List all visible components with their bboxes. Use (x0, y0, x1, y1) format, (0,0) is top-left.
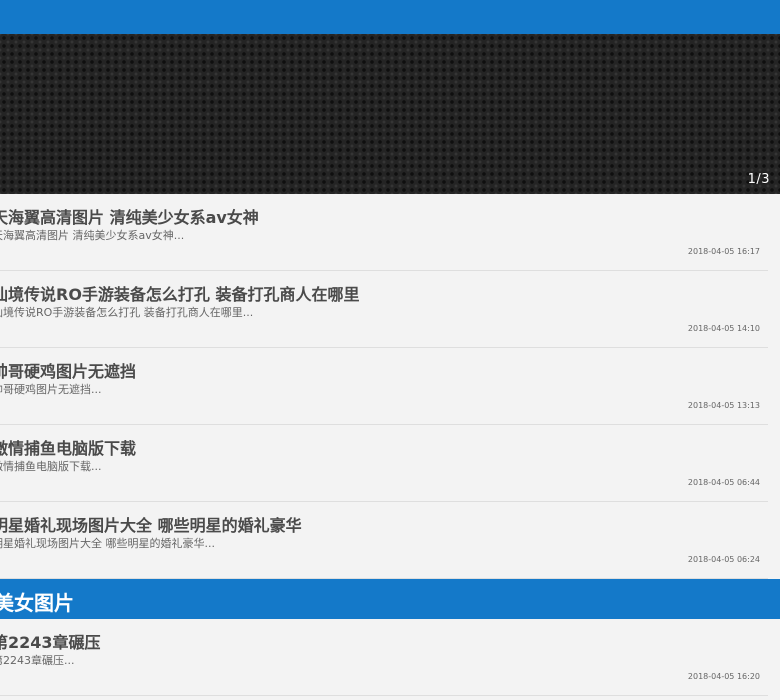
item-description: 帅哥硬鸡图片无遮挡... (0, 383, 102, 396)
item-description: 仙境传说RO手游装备怎么打孔 装备打孔商人在哪里... (0, 306, 254, 319)
item-timestamp: 2018-04-05 13:13 (687, 401, 760, 410)
item-description: 明星婚礼现场图片大全 哪些明星的婚礼豪华... (0, 537, 215, 550)
list-item[interactable]: 帅哥硬鸡图片无遮挡 帅哥硬鸡图片无遮挡... 2018-04-05 13:13 (0, 348, 768, 425)
item-title[interactable]: 仙境传说RO手游装备怎么打孔 装备打孔商人在哪里 (0, 281, 360, 305)
item-description: 第2243章碾压... (0, 654, 75, 667)
news-list: 天海翼高清图片 清纯美少女系av女神 天海翼高清图片 清纯美少女系av女神...… (0, 194, 780, 579)
list-item[interactable]: 激情捕鱼电脑版下载 激情捕鱼电脑版下载... 2018-04-05 06:44 (0, 425, 768, 502)
item-description: 天海翼高清图片 清纯美少女系av女神... (0, 229, 185, 242)
list-item[interactable]: 仙境传说RO手游装备怎么打孔 装备打孔商人在哪里 仙境传说RO手游装备怎么打孔 … (0, 271, 768, 348)
section-title[interactable]: 美女图片 (0, 587, 74, 616)
slide-counter: 1/3 (747, 172, 770, 187)
top-bar (0, 0, 780, 34)
item-title[interactable]: 第2243章碾压 (0, 629, 101, 653)
item-title[interactable]: 明星婚礼现场图片大全 哪些明星的婚礼豪华 (0, 512, 302, 536)
item-description: 激情捕鱼电脑版下载... (0, 460, 102, 473)
item-title[interactable]: 帅哥硬鸡图片无遮挡 (0, 358, 136, 382)
section-header: 美女图片 (0, 579, 780, 619)
list-item[interactable]: 天海翼高清图片 清纯美少女系av女神 天海翼高清图片 清纯美少女系av女神...… (0, 194, 768, 271)
section-list: 第2243章碾压 第2243章碾压... 2018-04-05 16:20 (0, 619, 780, 696)
item-timestamp: 2018-04-05 06:44 (687, 478, 760, 487)
item-timestamp: 2018-04-05 16:20 (687, 672, 760, 681)
item-timestamp: 2018-04-05 06:24 (687, 555, 760, 564)
list-item[interactable]: 第2243章碾压 第2243章碾压... 2018-04-05 16:20 (0, 619, 768, 696)
item-title[interactable]: 激情捕鱼电脑版下载 (0, 435, 136, 459)
list-item[interactable]: 明星婚礼现场图片大全 哪些明星的婚礼豪华 明星婚礼现场图片大全 哪些明星的婚礼豪… (0, 502, 768, 579)
item-timestamp: 2018-04-05 14:10 (687, 324, 760, 333)
banner-slider[interactable]: 1/3 (0, 34, 780, 194)
item-timestamp: 2018-04-05 16:17 (687, 247, 760, 256)
item-title[interactable]: 天海翼高清图片 清纯美少女系av女神 (0, 204, 259, 228)
